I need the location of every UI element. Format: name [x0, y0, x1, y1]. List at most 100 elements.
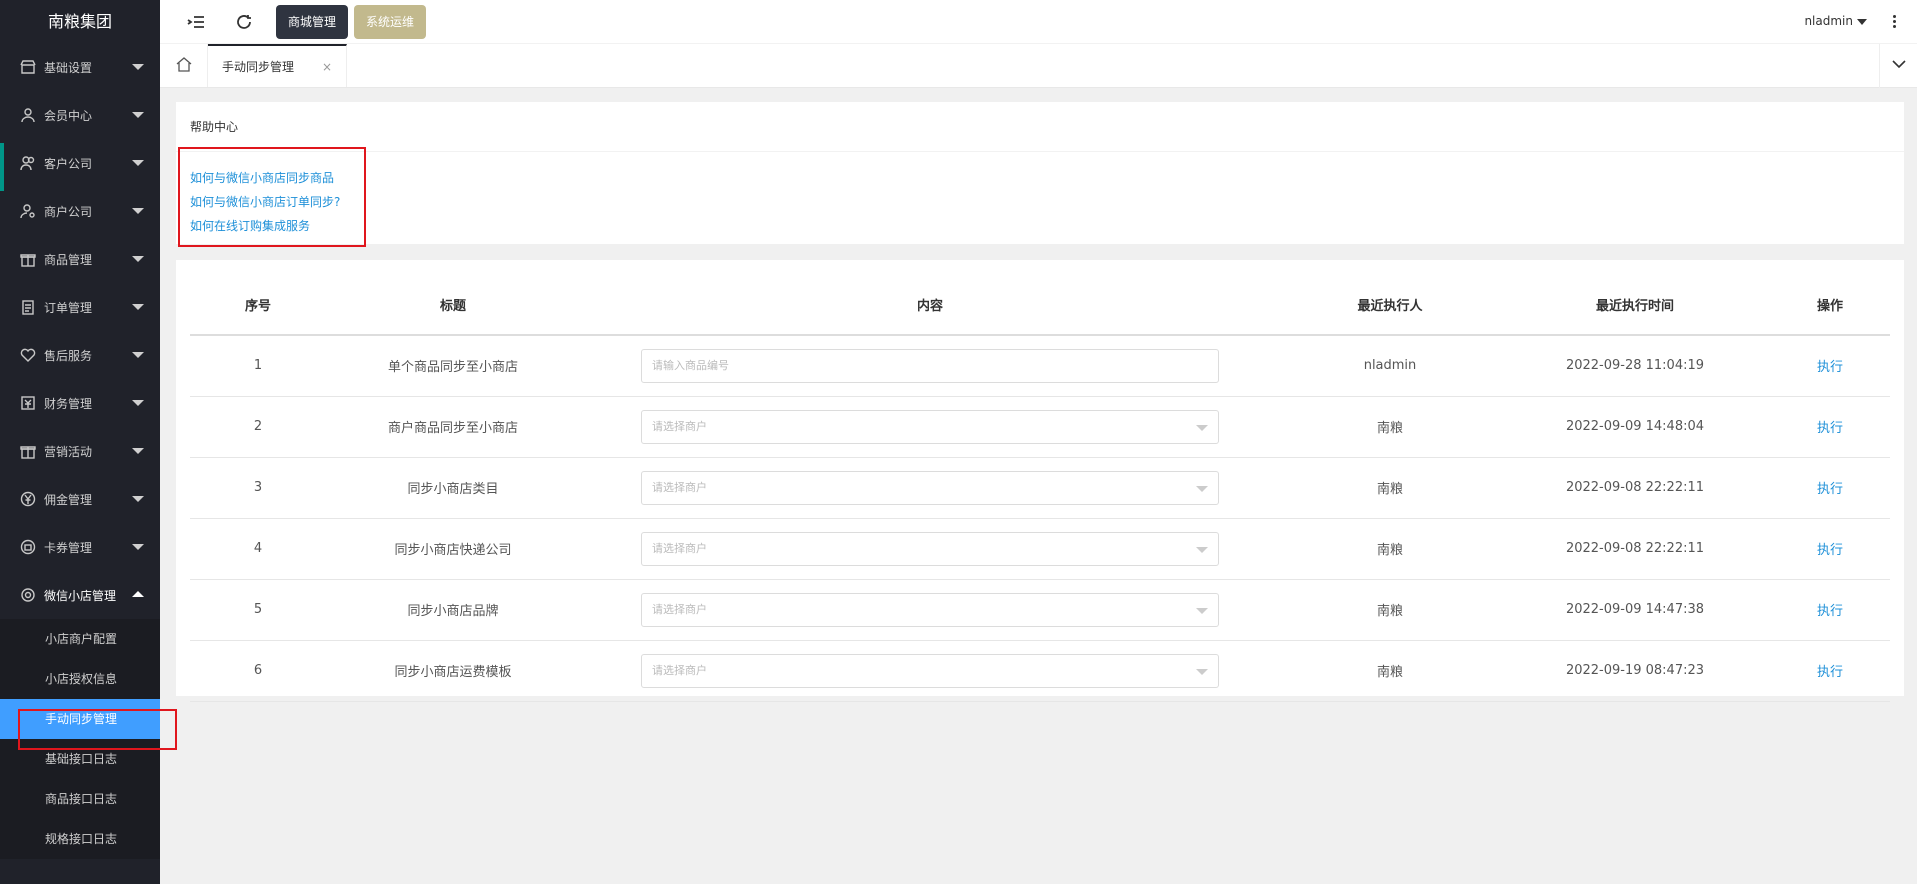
mall-management-button[interactable]: 商城管理: [276, 4, 349, 39]
table-row: 1 单个商品同步至小商店 请输入商品编号 nladmin 2022-09-28 …: [190, 335, 1890, 397]
merchant-select[interactable]: 请选择商户: [641, 531, 1219, 566]
sidebar-item-label: 营销活动: [44, 444, 93, 459]
row-executor: 南粮: [1280, 579, 1500, 641]
system-ops-button[interactable]: 系统运维: [354, 4, 427, 39]
logo: 南粮集团: [0, 0, 160, 43]
caret-up-icon: [132, 591, 144, 597]
row-number: 5: [190, 579, 326, 641]
sidebar-item-merchant-company[interactable]: 商户公司: [0, 187, 160, 235]
sidebar-item-coupons[interactable]: 卡券管理: [0, 523, 160, 571]
caret-down-icon: [1196, 668, 1208, 675]
product-code-input[interactable]: 请输入商品编号: [641, 348, 1219, 383]
merchant-select[interactable]: 请选择商户: [641, 409, 1219, 444]
execute-button[interactable]: 执行: [1817, 360, 1843, 375]
sync-table-card: 序号 标题 内容 最近执行人 最近执行时间 操作 1 单个商品同步至小商店 请输…: [176, 260, 1904, 702]
execute-button[interactable]: 执行: [1817, 421, 1843, 436]
home-tab[interactable]: [160, 44, 208, 87]
submenu-wechat-shop: 小店商户配置 小店授权信息 手动同步管理 基础接口日志 商品接口日志 规格接口日…: [0, 619, 160, 859]
caret-down-icon: [1196, 424, 1208, 431]
select-placeholder: 请选择商户: [652, 480, 707, 494]
row-time: 2022-09-08 22:22:11: [1500, 518, 1770, 580]
merchant-select[interactable]: 请选择商户: [641, 592, 1219, 627]
yen-icon: [20, 491, 36, 507]
select-placeholder: 请选择商户: [652, 541, 707, 555]
merchant-select[interactable]: 请选择商户: [641, 470, 1219, 505]
row-executor: 南粮: [1280, 640, 1500, 702]
caret-down-icon: [132, 64, 144, 70]
user-cog-icon: [20, 203, 36, 219]
table-row: 3 同步小商店类目 请选择商户 南粮 2022-09-08 22:22:11 执…: [190, 457, 1890, 519]
table-row: 2 商户商品同步至小商店 请选择商户 南粮 2022-09-09 14:48:0…: [190, 396, 1890, 458]
sidebar-item-finance[interactable]: 财务管理: [0, 379, 160, 427]
select-placeholder: 请选择商户: [652, 419, 707, 433]
column-header: 序号: [190, 275, 326, 336]
sidebar-item-after-sales[interactable]: 售后服务: [0, 331, 160, 379]
caret-down-icon: [132, 304, 144, 310]
sidebar: 南粮集团 基础设置 会员中心 客户公司 商户公司 商品管理 订单管理 售后服务 …: [0, 0, 160, 884]
sidebar-subitem-manual-sync[interactable]: 手动同步管理: [0, 699, 160, 739]
sidebar-subitem-spec-api-log[interactable]: 规格接口日志: [0, 819, 160, 859]
execute-button[interactable]: 执行: [1817, 543, 1843, 558]
row-title: 同步小商店品牌: [326, 579, 580, 641]
gift-icon: [20, 251, 36, 267]
more-vertical-icon[interactable]: [1891, 13, 1897, 29]
caret-down-icon: [1196, 546, 1208, 553]
sidebar-item-customer-company[interactable]: 客户公司: [0, 139, 160, 191]
sidebar-item-member-center[interactable]: 会员中心: [0, 91, 160, 139]
help-link-sync-products[interactable]: 如何与微信小商店同步商品: [190, 166, 1890, 190]
sidebar-item-label: 商品管理: [44, 252, 93, 267]
table-row: 4 同步小商店快递公司 请选择商户 南粮 2022-09-08 22:22:11…: [190, 518, 1890, 580]
table-header-row: 序号 标题 内容 最近执行人 最近执行时间 操作: [190, 275, 1890, 336]
sidebar-item-label: 售后服务: [44, 348, 93, 363]
sidebar-item-label: 微信小店管理: [44, 588, 117, 603]
sidebar-item-marketing[interactable]: 营销活动: [0, 427, 160, 475]
menu-toggle-icon[interactable]: [184, 10, 208, 34]
column-header: 操作: [1770, 275, 1890, 336]
caret-down-icon: [132, 400, 144, 406]
help-link-order-integration[interactable]: 如何在线订购集成服务: [190, 214, 1890, 238]
row-time: 2022-09-28 11:04:19: [1500, 335, 1770, 397]
sidebar-subitem-shop-merchant-config[interactable]: 小店商户配置: [0, 619, 160, 659]
row-title: 同步小商店类目: [326, 457, 580, 519]
sidebar-subitem-product-api-log[interactable]: 商品接口日志: [0, 779, 160, 819]
sidebar-item-label: 卡券管理: [44, 540, 93, 555]
sidebar-subitem-shop-auth-info[interactable]: 小店授权信息: [0, 659, 160, 699]
caret-down-icon: [1196, 485, 1208, 492]
execute-button[interactable]: 执行: [1817, 665, 1843, 680]
tabs-dropdown[interactable]: [1879, 44, 1917, 88]
row-time: 2022-09-08 22:22:11: [1500, 457, 1770, 519]
execute-button[interactable]: 执行: [1817, 482, 1843, 497]
table-row: 5 同步小商店品牌 请选择商户 南粮 2022-09-09 14:47:38 执…: [190, 579, 1890, 641]
card-icon: [20, 539, 36, 555]
column-header: 内容: [580, 275, 1280, 336]
gear-icon: [20, 587, 36, 603]
execute-button[interactable]: 执行: [1817, 604, 1843, 619]
caret-down-icon: [132, 160, 144, 166]
help-center-title: 帮助中心: [176, 102, 1904, 152]
row-time: 2022-09-09 14:47:38: [1500, 579, 1770, 641]
sidebar-item-label: 客户公司: [44, 156, 93, 171]
select-placeholder: 请选择商户: [652, 602, 707, 616]
row-executor: 南粮: [1280, 396, 1500, 458]
refresh-icon[interactable]: [232, 10, 256, 34]
merchant-select[interactable]: 请选择商户: [641, 653, 1219, 688]
help-link-sync-orders[interactable]: 如何与微信小商店订单同步?: [190, 190, 1890, 214]
caret-down-icon: [132, 208, 144, 214]
close-icon[interactable]: ×: [322, 60, 332, 74]
caret-down-icon: [132, 496, 144, 502]
user-menu[interactable]: nladmin: [1804, 14, 1867, 28]
caret-down-icon: [132, 112, 144, 118]
sidebar-item-basic-settings[interactable]: 基础设置: [0, 43, 160, 91]
sidebar-item-order-management[interactable]: 订单管理: [0, 283, 160, 331]
sidebar-item-commission[interactable]: 佣金管理: [0, 475, 160, 523]
sidebar-subitem-basic-api-log[interactable]: 基础接口日志: [0, 739, 160, 779]
row-number: 6: [190, 640, 326, 702]
tab-manual-sync[interactable]: 手动同步管理 ×: [208, 44, 348, 87]
caret-down-icon: [132, 544, 144, 550]
sidebar-item-wechat-shop[interactable]: 微信小店管理: [0, 571, 160, 619]
sync-table: 序号 标题 内容 最近执行人 最近执行时间 操作 1 单个商品同步至小商店 请输…: [190, 275, 1890, 702]
row-title: 单个商品同步至小商店: [326, 335, 580, 397]
sidebar-item-label: 财务管理: [44, 396, 93, 411]
row-title: 同步小商店快递公司: [326, 518, 580, 580]
sidebar-item-product-management[interactable]: 商品管理: [0, 235, 160, 283]
